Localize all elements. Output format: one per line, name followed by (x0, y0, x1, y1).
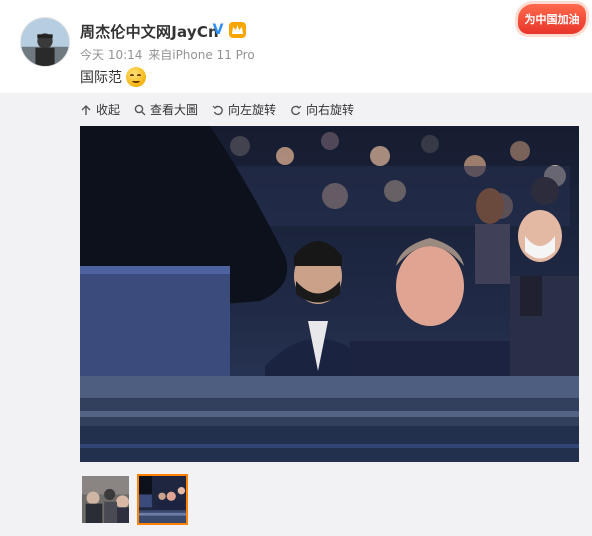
photo-image (80, 126, 579, 462)
verified-v-icon[interactable]: V (210, 22, 226, 38)
author-name[interactable]: 周杰伦中文网JayCn (80, 21, 219, 42)
rotate-right-icon (291, 105, 302, 115)
post-time[interactable]: 今天 10:14 (80, 48, 142, 62)
collapse-label: 收起 (96, 103, 121, 117)
promo-badge[interactable]: 为中国加油 (518, 4, 586, 34)
thumbnail-2-image (139, 476, 186, 523)
media-toolbar: 收起 查看大圖 向左旋转 向右旋转 (80, 101, 354, 118)
weibo-post: 周杰伦中文网JayCn V 今天 10:14 来自iPhone 11 Pro 国… (0, 0, 592, 536)
avatar-image (21, 18, 69, 66)
author-badges: V (210, 22, 246, 38)
thumbnail-1[interactable] (80, 474, 131, 525)
thumbnail-2[interactable] (137, 474, 188, 525)
magnifier-icon (134, 104, 146, 115)
smirk-emoji-icon (126, 67, 146, 87)
rotate-left-icon (212, 105, 223, 115)
main-photo[interactable] (80, 126, 579, 462)
collapse-button[interactable]: 收起 (80, 101, 120, 118)
post-meta: 今天 10:14 来自iPhone 11 Pro (80, 46, 255, 63)
rotate-right-button[interactable]: 向右旋转 (290, 101, 354, 118)
thumbnail-strip (80, 474, 188, 525)
collapse-up-icon (81, 104, 91, 115)
rotate-left-button[interactable]: 向左旋转 (212, 101, 276, 118)
view-large-button[interactable]: 查看大圖 (134, 101, 198, 118)
author-avatar[interactable] (20, 17, 70, 67)
rotate-right-label: 向右旋转 (306, 103, 355, 117)
vip-crown-icon[interactable] (229, 22, 246, 38)
view-large-label: 查看大圖 (150, 103, 199, 117)
post-content: 国际范 (80, 67, 146, 87)
rotate-left-label: 向左旋转 (228, 103, 277, 117)
post-text: 国际范 (80, 70, 122, 86)
media-panel: 收起 查看大圖 向左旋转 向右旋转 (0, 93, 592, 536)
post-source: 来自iPhone 11 Pro (148, 48, 255, 62)
thumbnail-1-image (82, 476, 129, 523)
